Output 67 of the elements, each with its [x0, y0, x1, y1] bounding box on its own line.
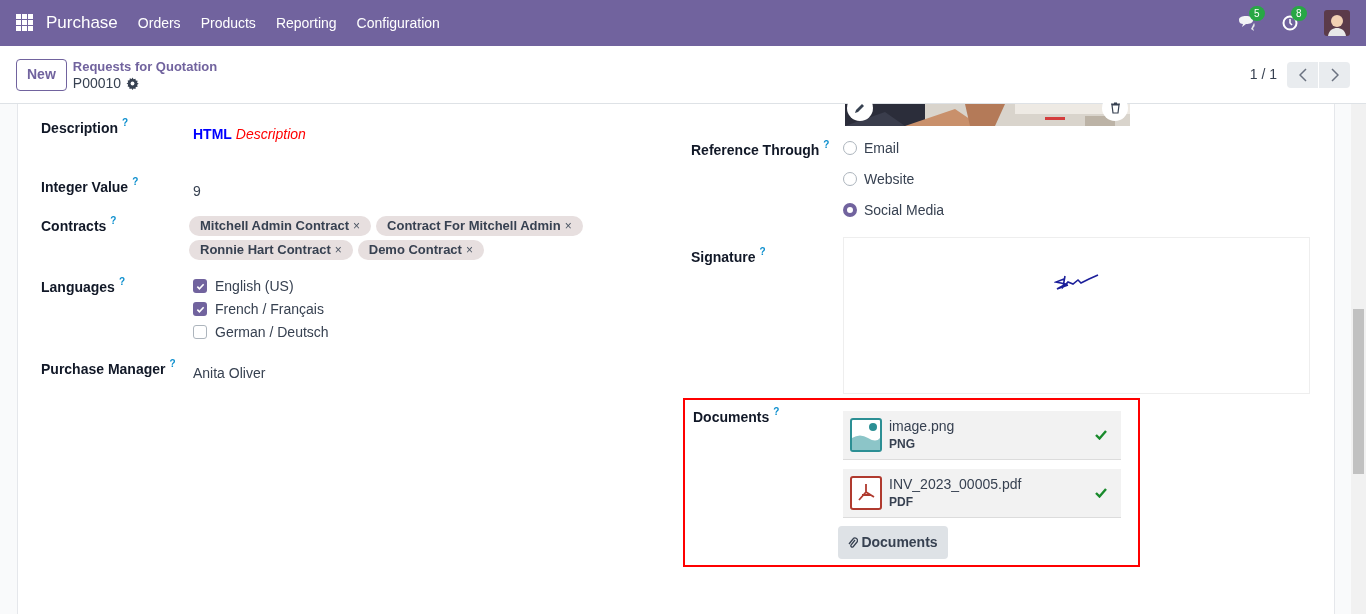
- radio-label[interactable]: Website: [864, 168, 915, 190]
- help-tooltip[interactable]: ?: [122, 118, 129, 128]
- apps-menu-icon[interactable]: [16, 14, 34, 32]
- pencil-icon: [854, 102, 866, 114]
- activity-count-badge: 8: [1291, 6, 1307, 21]
- contract-tag[interactable]: Contract For Mitchell Admin ×: [376, 216, 583, 236]
- radio-button[interactable]: [843, 172, 857, 186]
- help-tooltip[interactable]: ?: [132, 177, 139, 187]
- pager-value: 1 / 1: [1249, 65, 1277, 84]
- help-tooltip[interactable]: ?: [759, 247, 766, 257]
- contract-tag[interactable]: Ronnie Hart Contract ×: [189, 240, 353, 260]
- checkbox-label[interactable]: German / Deutsch: [215, 321, 329, 343]
- radio-label[interactable]: Email: [864, 137, 899, 159]
- attachment-card[interactable]: image.png PNG: [843, 411, 1121, 460]
- menu-item[interactable]: Reporting: [275, 12, 337, 34]
- checkbox[interactable]: [193, 302, 207, 316]
- menu-item[interactable]: Orders: [137, 12, 181, 34]
- field-label: Description: [41, 119, 118, 138]
- gear-icon[interactable]: [126, 76, 140, 90]
- help-tooltip[interactable]: ?: [169, 359, 176, 369]
- checkbox-label[interactable]: English (US): [215, 275, 294, 297]
- app-title[interactable]: Purchase: [46, 10, 118, 36]
- breadcrumb-link[interactable]: Requests for Quotation: [72, 57, 218, 75]
- checkbox-label[interactable]: French / Français: [215, 298, 324, 320]
- field-value: Anita Oliver: [193, 364, 266, 383]
- clock-icon[interactable]: [1282, 15, 1298, 31]
- field-label: Reference Through: [691, 141, 820, 160]
- checkbox[interactable]: [193, 325, 207, 339]
- field-label: Languages: [41, 278, 115, 297]
- radio-label[interactable]: Social Media: [864, 199, 945, 221]
- file-type: PDF: [889, 494, 914, 511]
- help-tooltip[interactable]: ?: [110, 216, 117, 226]
- checkbox[interactable]: [193, 279, 207, 293]
- chevron-left-icon: [1298, 67, 1307, 82]
- contract-tag[interactable]: Demo Contract ×: [357, 240, 484, 260]
- html-text: HTML Description: [193, 126, 306, 142]
- field-label: Contracts: [41, 217, 107, 236]
- field-label: Integer Value: [41, 178, 129, 197]
- chat-icon[interactable]: [1238, 15, 1256, 31]
- menu-item[interactable]: Configuration: [356, 12, 440, 34]
- image-file-icon: [850, 418, 882, 452]
- paperclip-icon: [848, 536, 859, 549]
- help-tooltip[interactable]: ?: [118, 277, 125, 287]
- field-label: Purchase Manager: [41, 360, 166, 379]
- file-name: INV_2023_00005.pdf: [889, 475, 1022, 493]
- contract-tag[interactable]: Mitchell Admin Contract ×: [189, 216, 372, 236]
- new-button[interactable]: New: [16, 58, 67, 91]
- message-count-badge: 5: [1249, 6, 1265, 21]
- file-name: image.png: [889, 417, 955, 435]
- radio-button[interactable]: [843, 203, 857, 217]
- field-value: 9: [193, 182, 201, 201]
- trash-icon: [1109, 102, 1121, 114]
- radio-button[interactable]: [843, 141, 857, 155]
- user-avatar[interactable]: [1324, 10, 1350, 36]
- scrollbar[interactable]: [1351, 104, 1366, 614]
- documents-button[interactable]: Documents: [838, 526, 948, 559]
- record-name: P00010: [72, 74, 122, 92]
- field-label: Documents: [693, 408, 770, 427]
- attachment-card[interactable]: INV_2023_00005.pdf PDF: [843, 469, 1121, 518]
- signature-drawing: [1053, 273, 1100, 293]
- help-tooltip[interactable]: ?: [773, 407, 780, 417]
- field-label: Signature: [691, 248, 756, 267]
- menu-item[interactable]: Products: [200, 12, 256, 34]
- help-tooltip[interactable]: ?: [823, 140, 830, 150]
- file-type: PNG: [889, 436, 916, 453]
- chevron-right-icon: [1330, 67, 1339, 82]
- pdf-file-icon: [850, 476, 882, 510]
